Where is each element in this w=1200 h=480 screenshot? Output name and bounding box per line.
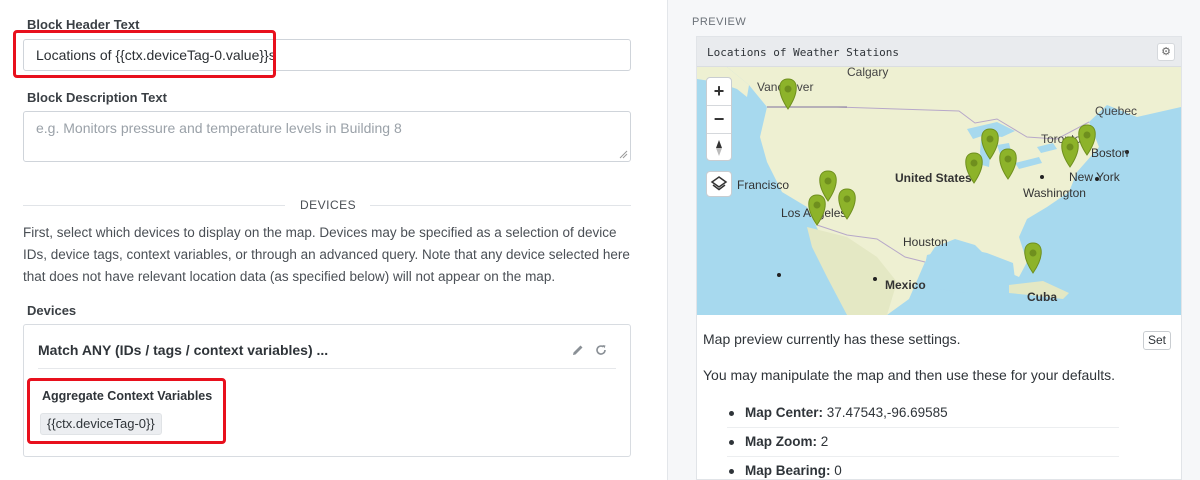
setting-value: 37.47543,-96.69585 [826, 405, 948, 420]
setting-value: 2 [820, 434, 829, 449]
map-canvas[interactable]: Calgary Vancouver Quebec Toronto Boston … [697, 67, 1181, 315]
map-label-washington: Washington [1023, 186, 1086, 200]
devices-query-header[interactable]: Match ANY (IDs / tags / context variable… [38, 342, 328, 358]
setting-key: Map Zoom: [745, 434, 817, 449]
block-settings-panel: Block Header Text Locations of {{ctx.dev… [0, 0, 667, 480]
block-header-input[interactable]: Locations of {{ctx.deviceTag-0.value}}s [23, 39, 631, 71]
map-preview-hint: You may manipulate the map and then use … [703, 367, 1115, 383]
block-description-label: Block Description Text [27, 90, 167, 105]
map-preview-info: Map preview currently has these settings… [703, 331, 961, 347]
resize-grip-icon[interactable] [618, 149, 628, 159]
aggregate-context-label: Aggregate Context Variables [42, 389, 213, 403]
map-label-mexico: Mexico [885, 278, 926, 292]
map-label-calgary: Calgary [847, 67, 888, 79]
card-separator [38, 368, 616, 369]
section-divider-right [370, 205, 631, 206]
map-block-header: Locations of Weather Stations ⚙ [697, 37, 1181, 67]
zoom-in-button[interactable]: + [707, 78, 731, 105]
map-setting-center: Map Center: 37.47543,-96.69585 [727, 399, 1119, 428]
set-defaults-button[interactable]: Set [1143, 331, 1171, 350]
gear-icon[interactable]: ⚙ [1157, 43, 1175, 61]
preview-card: Locations of Weather Stations ⚙ Calgary … [696, 36, 1182, 480]
devices-section-title: DEVICES [300, 198, 357, 212]
setting-key: Map Center: [745, 405, 824, 420]
zoom-out-button[interactable]: − [707, 106, 731, 133]
zoom-separator [707, 133, 731, 134]
preview-title: PREVIEW [692, 16, 747, 28]
map-label-new-york: New York [1069, 170, 1121, 184]
map-setting-zoom: Map Zoom: 2 [727, 428, 1119, 457]
preview-panel: PREVIEW Locations of Weather Stations ⚙ [668, 0, 1200, 480]
context-variable-chip[interactable]: {{ctx.deviceTag-0}} [40, 413, 162, 435]
zoom-control: + − [706, 77, 732, 161]
devices-query-card: Match ANY (IDs / tags / context variable… [23, 324, 631, 457]
layers-icon [710, 176, 728, 191]
devices-help-text: First, select which devices to display o… [23, 225, 630, 284]
block-header-label: Block Header Text [27, 17, 140, 32]
section-divider-left [23, 205, 285, 206]
map-label-houston: Houston [903, 235, 948, 249]
map-view[interactable]: Calgary Vancouver Quebec Toronto Boston … [697, 67, 1181, 315]
setting-value: 0 [834, 463, 842, 478]
devices-label: Devices [27, 303, 77, 318]
map-settings-list: Map Center: 37.47543,-96.69585 Map Zoom:… [727, 399, 1119, 480]
map-label-united-states: United States [895, 171, 972, 185]
map-label-quebec: Quebec [1095, 104, 1137, 118]
map-block-title: Locations of Weather Stations [707, 46, 900, 59]
map-label-cuba: Cuba [1027, 290, 1057, 304]
layers-button[interactable] [706, 171, 732, 197]
map-setting-bearing: Map Bearing: 0 [727, 457, 1119, 480]
map-label-boston: Boston [1091, 146, 1128, 160]
compass-icon[interactable] [711, 138, 727, 158]
map-label-san-francisco: Francisco [737, 178, 789, 192]
setting-key: Map Bearing: [745, 463, 831, 478]
refresh-icon[interactable] [593, 342, 609, 358]
block-description-textarea[interactable] [23, 111, 631, 162]
pencil-icon[interactable] [570, 342, 586, 358]
